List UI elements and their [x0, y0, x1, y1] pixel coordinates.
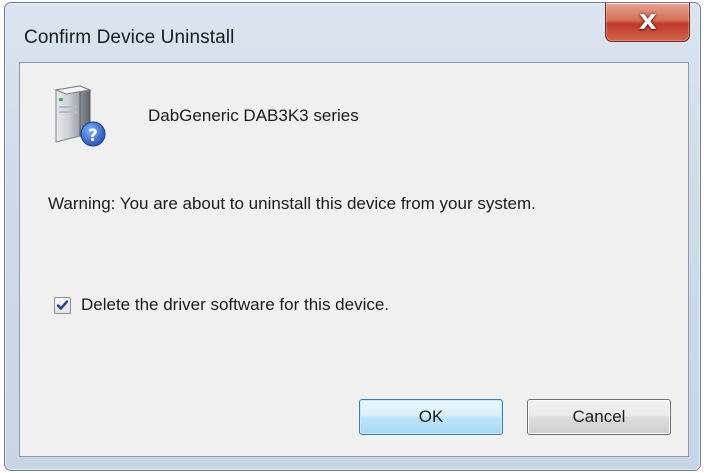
svg-text:?: ?	[88, 126, 98, 146]
delete-driver-checkbox[interactable]	[54, 296, 71, 314]
checkmark-icon	[56, 299, 69, 310]
warning-text: Warning: You are about to uninstall this…	[48, 194, 536, 213]
dialog-title: Confirm Device Uninstall	[24, 27, 235, 48]
device-name: DabGeneric DAB3K3 series	[148, 106, 359, 125]
delete-driver-label[interactable]: Delete the driver software for this devi…	[81, 295, 389, 315]
dialog-body: ? DabGeneric DAB3K3 series Warning: You …	[19, 62, 689, 457]
title-bar[interactable]: Confirm Device Uninstall X	[5, 3, 700, 63]
confirm-dialog: Confirm Device Uninstall X ? DabGeneric …	[4, 2, 701, 471]
cancel-button[interactable]: Cancel	[527, 399, 671, 435]
close-icon: X	[638, 10, 657, 34]
ok-button[interactable]: OK	[359, 399, 503, 435]
close-button[interactable]: X	[605, 3, 690, 42]
device-question-icon: ?	[50, 84, 112, 150]
delete-driver-option[interactable]: Delete the driver software for this devi…	[54, 295, 389, 315]
